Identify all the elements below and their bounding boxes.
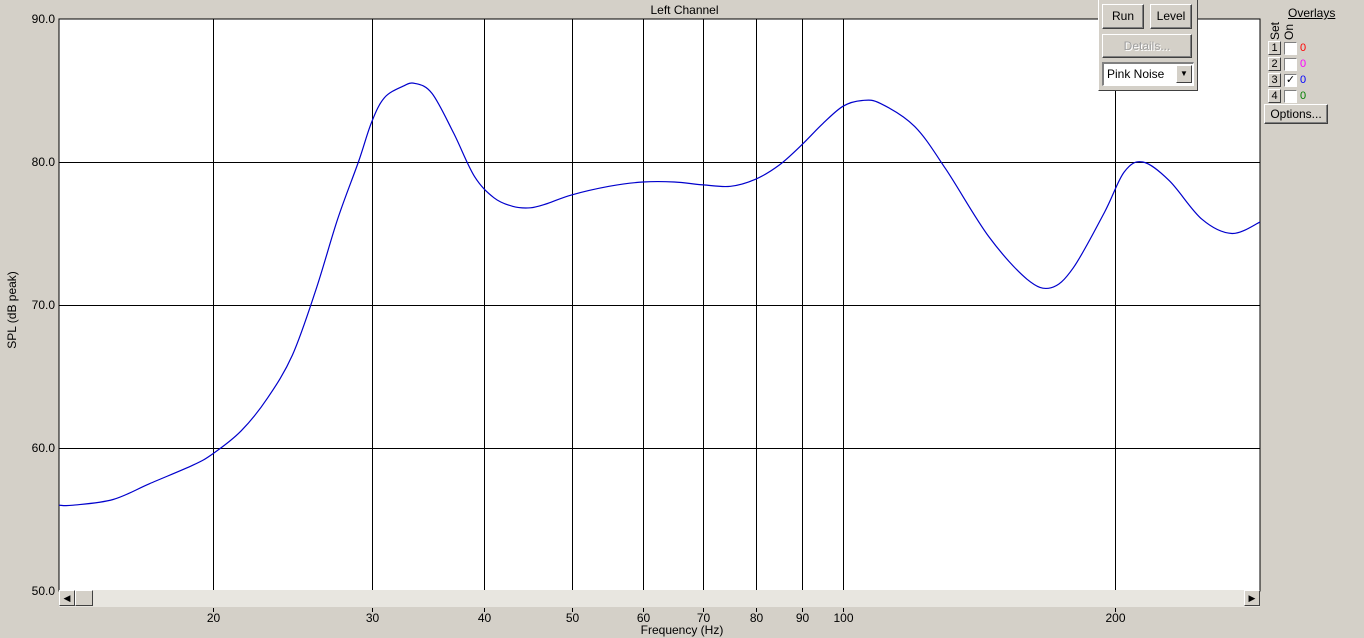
y-tick-label-80: 80.0: [32, 155, 56, 169]
overlay-on-checkbox-2[interactable]: [1284, 58, 1297, 71]
x-tick-label-90: 90: [796, 611, 810, 625]
spl-chart-area: Left Channel 50.0 60.0 70.0 80.0 90.0 20 30 40 50…: [0, 0, 1364, 638]
overlay-value-4: 0: [1300, 90, 1307, 102]
data-point-0-31: [801, 144, 802, 145]
overlay-on-checkbox-4[interactable]: [1284, 90, 1297, 103]
data-point-0-47: [1231, 233, 1232, 234]
data-point-0-3: [149, 483, 150, 484]
x-tick-label-50: 50: [566, 611, 580, 625]
chevron-down-icon[interactable]: ▼: [1176, 65, 1192, 83]
chart-title: Left Channel: [650, 3, 718, 17]
data-point-0-9: [315, 290, 316, 291]
data-point-0-28: [730, 186, 731, 187]
overlay-value-2: 0: [1300, 58, 1307, 70]
data-point-0-45: [1169, 180, 1170, 181]
data-point-0-36: [914, 126, 915, 127]
data-point-0-23: [571, 194, 572, 195]
data-point-0-33: [843, 106, 844, 107]
data-point-0-15: [414, 83, 415, 84]
data-point-0-0: [58, 505, 59, 506]
overlay-value-1: 0: [1300, 42, 1307, 54]
data-point-0-18: [474, 176, 475, 177]
y-tick-label-90: 90.0: [32, 12, 56, 26]
set-column-label: Set: [1268, 21, 1282, 40]
data-point-0-22: [547, 203, 548, 204]
data-point-0-34: [862, 100, 863, 101]
x-tick-label-200: 200: [1105, 611, 1125, 625]
x-tick-label-100: 100: [833, 611, 853, 625]
overlay-set-button-2[interactable]: 2: [1268, 57, 1281, 71]
data-point-0-13: [384, 97, 385, 98]
signal-type-select[interactable]: Pink Noise ▼: [1102, 62, 1194, 86]
x-tick-label-30: 30: [366, 611, 380, 625]
x-tick-label-80: 80: [750, 611, 764, 625]
data-point-0-39: [1027, 279, 1028, 280]
overlay-set-button-1[interactable]: 1: [1268, 41, 1281, 55]
data-point-0-4: [192, 465, 193, 466]
overlay-on-checkbox-1[interactable]: [1284, 42, 1297, 55]
scroll-right-button[interactable]: ▶: [1244, 590, 1260, 606]
on-column-label: On: [1282, 23, 1296, 40]
data-point-0-19: [493, 197, 494, 198]
data-point-0-12: [371, 121, 372, 122]
data-point-0-7: [267, 397, 268, 398]
data-point-0-40: [1050, 287, 1051, 288]
data-point-0-14: [402, 86, 403, 87]
y-tick-label-50: 50.0: [32, 584, 56, 598]
overlay-value-3: 0: [1300, 74, 1307, 86]
data-point-0-11: [358, 161, 359, 162]
data-point-0-26: [674, 181, 675, 182]
x-tick-label-20: 20: [207, 611, 221, 625]
data-point-0-20: [512, 206, 513, 207]
data-point-0-46: [1201, 219, 1202, 220]
data-point-0-38: [988, 236, 989, 237]
data-point-0-35: [880, 103, 881, 104]
data-point-0-6: [241, 430, 242, 431]
overlay-set-button-3[interactable]: 3: [1268, 73, 1281, 87]
y-tick-label-70: 70.0: [32, 298, 56, 312]
x-tick-label-40: 40: [478, 611, 492, 625]
data-point-0-48: [1259, 222, 1260, 223]
data-point-0-44: [1142, 161, 1143, 162]
data-point-0-1: [73, 505, 74, 506]
data-point-0-30: [779, 164, 780, 165]
y-axis-label: SPL (dB peak): [5, 271, 19, 349]
data-point-0-42: [1104, 212, 1105, 213]
data-point-0-2: [113, 499, 114, 500]
spl-chart: Left Channel 50.0 60.0 70.0 80.0 90.0 20 30 40 50…: [5, 3, 1261, 637]
data-point-0-10: [337, 219, 338, 220]
details-button[interactable]: Details...: [1102, 34, 1192, 58]
y-tick-label-60: 60.0: [32, 441, 56, 455]
scroll-thumb[interactable]: [75, 590, 93, 606]
data-point-0-41: [1073, 267, 1074, 268]
data-point-0-29: [755, 179, 756, 180]
overlay-on-checkbox-3[interactable]: ✓: [1284, 74, 1297, 87]
data-point-0-16: [431, 93, 432, 94]
x-axis-label: Frequency (Hz): [641, 623, 724, 637]
data-point-0-43: [1124, 171, 1125, 172]
data-point-0-8: [292, 355, 293, 356]
data-point-0-24: [608, 186, 609, 187]
data-point-0-32: [822, 123, 823, 124]
data-point-0-27: [703, 184, 704, 185]
data-point-0-37: [945, 169, 946, 170]
run-button[interactable]: Run: [1102, 4, 1144, 29]
data-point-0-5: [212, 453, 213, 454]
options-button[interactable]: Options...: [1264, 104, 1328, 124]
signal-type-value: Pink Noise: [1107, 67, 1165, 81]
level-button[interactable]: Level: [1150, 4, 1192, 29]
scroll-left-button[interactable]: ◀: [59, 590, 75, 606]
data-point-0-17: [453, 133, 454, 134]
overlays-title: Overlays: [1288, 6, 1336, 20]
data-point-0-25: [643, 181, 644, 182]
data-point-0-21: [530, 207, 531, 208]
overlay-set-button-4[interactable]: 4: [1268, 89, 1281, 103]
horizontal-scrollbar[interactable]: ◀ ▶: [59, 590, 1260, 607]
